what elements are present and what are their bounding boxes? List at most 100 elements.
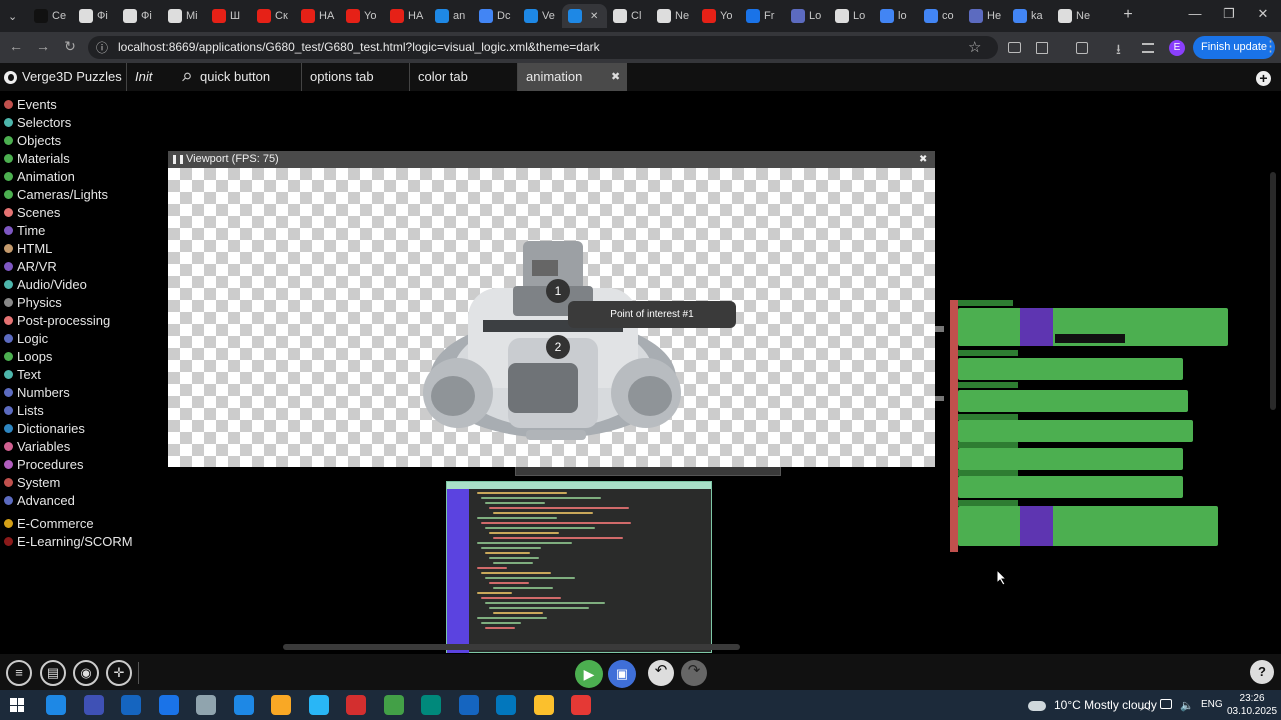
- category-materials[interactable]: Materials: [0, 149, 135, 167]
- taskbar-app-icon[interactable]: [346, 695, 366, 715]
- taskbar-app-icon[interactable]: [196, 695, 216, 715]
- puzzle-block[interactable]: [958, 506, 1218, 546]
- browser-tab[interactable]: Dc: [473, 4, 518, 28]
- puzzle-block[interactable]: [958, 390, 1188, 412]
- network-icon[interactable]: [1160, 699, 1172, 709]
- category-post-processing[interactable]: Post-processing: [0, 311, 135, 329]
- address-bar[interactable]: ⓘ localhost:8669/applications/G680_test/…: [88, 36, 998, 59]
- category-system[interactable]: System: [0, 473, 135, 491]
- viewport-canvas[interactable]: 1 2 Point of interest #1: [168, 168, 935, 467]
- url-text[interactable]: localhost:8669/applications/G680_test/G6…: [118, 40, 600, 54]
- volume-icon[interactable]: 🔈: [1180, 699, 1194, 712]
- browser-tab[interactable]: an: [429, 4, 474, 28]
- puzzle-block-variable[interactable]: [1020, 308, 1053, 346]
- browser-tab[interactable]: lo: [874, 4, 919, 28]
- category-scenes[interactable]: Scenes: [0, 203, 135, 221]
- tab-search-button[interactable]: ⌄: [2, 4, 26, 28]
- browser-tab[interactable]: Ск: [251, 4, 296, 28]
- browser-tab[interactable]: co: [918, 4, 963, 28]
- browser-tab[interactable]: Yo: [340, 4, 385, 28]
- category-animation[interactable]: Animation: [0, 167, 135, 185]
- category-ar-vr[interactable]: AR/VR: [0, 257, 135, 275]
- category-text[interactable]: Text: [0, 365, 135, 383]
- site-info-icon[interactable]: ⓘ: [96, 39, 108, 56]
- undo-icon[interactable]: ↶: [648, 660, 674, 686]
- forward-button[interactable]: →: [33, 38, 53, 54]
- code-editor-panel[interactable]: [446, 481, 712, 653]
- profile-avatar[interactable]: E: [1169, 40, 1185, 56]
- reload-button[interactable]: ↻: [60, 38, 80, 55]
- browser-tab[interactable]: Фі: [117, 4, 162, 28]
- category-cameras-lights[interactable]: Cameras/Lights: [0, 185, 135, 203]
- redo-icon[interactable]: ↷: [681, 660, 707, 686]
- category-logic[interactable]: Logic: [0, 329, 135, 347]
- browser-tab[interactable]: Cl: [607, 4, 652, 28]
- add-tab-button[interactable]: +: [1252, 63, 1280, 91]
- poi-marker-1[interactable]: 1: [546, 279, 570, 303]
- taskbar-app-icon[interactable]: [233, 695, 254, 715]
- taskbar-app-icon[interactable]: [496, 695, 516, 715]
- category-selectors[interactable]: Selectors: [0, 113, 135, 131]
- document-icon[interactable]: ▤: [40, 660, 66, 686]
- taskbar-app-icon[interactable]: [571, 695, 591, 715]
- camera-icon[interactable]: ◉: [73, 660, 99, 686]
- taskbar-app-icon[interactable]: [271, 695, 291, 715]
- taskbar-app-icon[interactable]: [158, 695, 179, 715]
- puzzle-block[interactable]: [958, 350, 1018, 356]
- taskbar-app-icon[interactable]: [383, 695, 404, 715]
- category-audio-video[interactable]: Audio/Video: [0, 275, 135, 293]
- cast-icon[interactable]: [1008, 42, 1021, 53]
- list-icon[interactable]: ≡: [6, 660, 32, 686]
- browser-tab[interactable]: Ne: [651, 4, 696, 28]
- category-time[interactable]: Time: [0, 221, 135, 239]
- category-variables[interactable]: Variables: [0, 437, 135, 455]
- puzzle-block[interactable]: [958, 420, 1193, 442]
- weather-widget[interactable]: 10°C Mostly cloudy: [1028, 698, 1157, 712]
- category-html[interactable]: HTML: [0, 239, 135, 257]
- minimize-button[interactable]: —: [1180, 6, 1210, 21]
- taskbar-app-icon[interactable]: [121, 695, 141, 715]
- puzzle-block[interactable]: [958, 300, 1013, 306]
- vertical-scrollbar[interactable]: [1270, 172, 1276, 410]
- bookmark-star-icon[interactable]: ☆: [968, 38, 981, 56]
- media-control-icon[interactable]: [1142, 43, 1154, 53]
- browser-menu-icon[interactable]: ⋮: [1263, 37, 1278, 55]
- browser-tab[interactable]: Lo: [785, 4, 830, 28]
- browser-tab[interactable]: He: [963, 4, 1008, 28]
- screenshot-icon[interactable]: [1076, 42, 1088, 54]
- tab-quick-button[interactable]: quick button: [192, 63, 302, 91]
- horizontal-scrollbar[interactable]: [283, 644, 740, 650]
- save-icon[interactable]: ▣: [608, 660, 636, 688]
- category-dictionaries[interactable]: Dictionaries: [0, 419, 135, 437]
- browser-tab[interactable]: Yo: [696, 4, 741, 28]
- back-button[interactable]: ←: [6, 38, 26, 54]
- target-icon[interactable]: ✛: [106, 660, 132, 686]
- category-e-learning-scorm[interactable]: E-Learning/SCORM: [0, 532, 135, 550]
- windows-start-icon[interactable]: [10, 698, 24, 712]
- pin-icon[interactable]: ⚲: [174, 63, 194, 91]
- browser-tab[interactable]: Ш: [206, 4, 251, 28]
- puzzle-block-variable[interactable]: [1020, 506, 1053, 546]
- category-procedures[interactable]: Procedures: [0, 455, 135, 473]
- browser-tab[interactable]: HA: [295, 4, 340, 28]
- browser-tab[interactable]: Mi: [162, 4, 207, 28]
- browser-tab[interactable]: Фі: [73, 4, 118, 28]
- category-advanced[interactable]: Advanced: [0, 491, 135, 509]
- help-button[interactable]: ?: [1250, 660, 1274, 684]
- puzzle-block-group[interactable]: [950, 300, 1230, 552]
- taskbar-app-icon[interactable]: [458, 695, 479, 715]
- puzzle-block[interactable]: [958, 476, 1183, 498]
- browser-tab[interactable]: ✕: [562, 4, 607, 28]
- category-numbers[interactable]: Numbers: [0, 383, 135, 401]
- category-events[interactable]: Events: [0, 95, 135, 113]
- extensions-icon[interactable]: [1036, 42, 1048, 54]
- close-viewport-icon[interactable]: ✖: [919, 151, 927, 168]
- category-objects[interactable]: Objects: [0, 131, 135, 149]
- taskbar-app-icon[interactable]: [533, 695, 554, 715]
- viewport-titlebar[interactable]: Viewport (FPS: 75) ✖: [168, 151, 935, 168]
- browser-tab[interactable]: Ve: [518, 4, 563, 28]
- taskbar-app-icon[interactable]: [83, 695, 104, 715]
- browser-tab[interactable]: Lo: [829, 4, 874, 28]
- close-window-button[interactable]: ✕: [1248, 6, 1278, 22]
- category-e-commerce[interactable]: E-Commerce: [0, 514, 135, 532]
